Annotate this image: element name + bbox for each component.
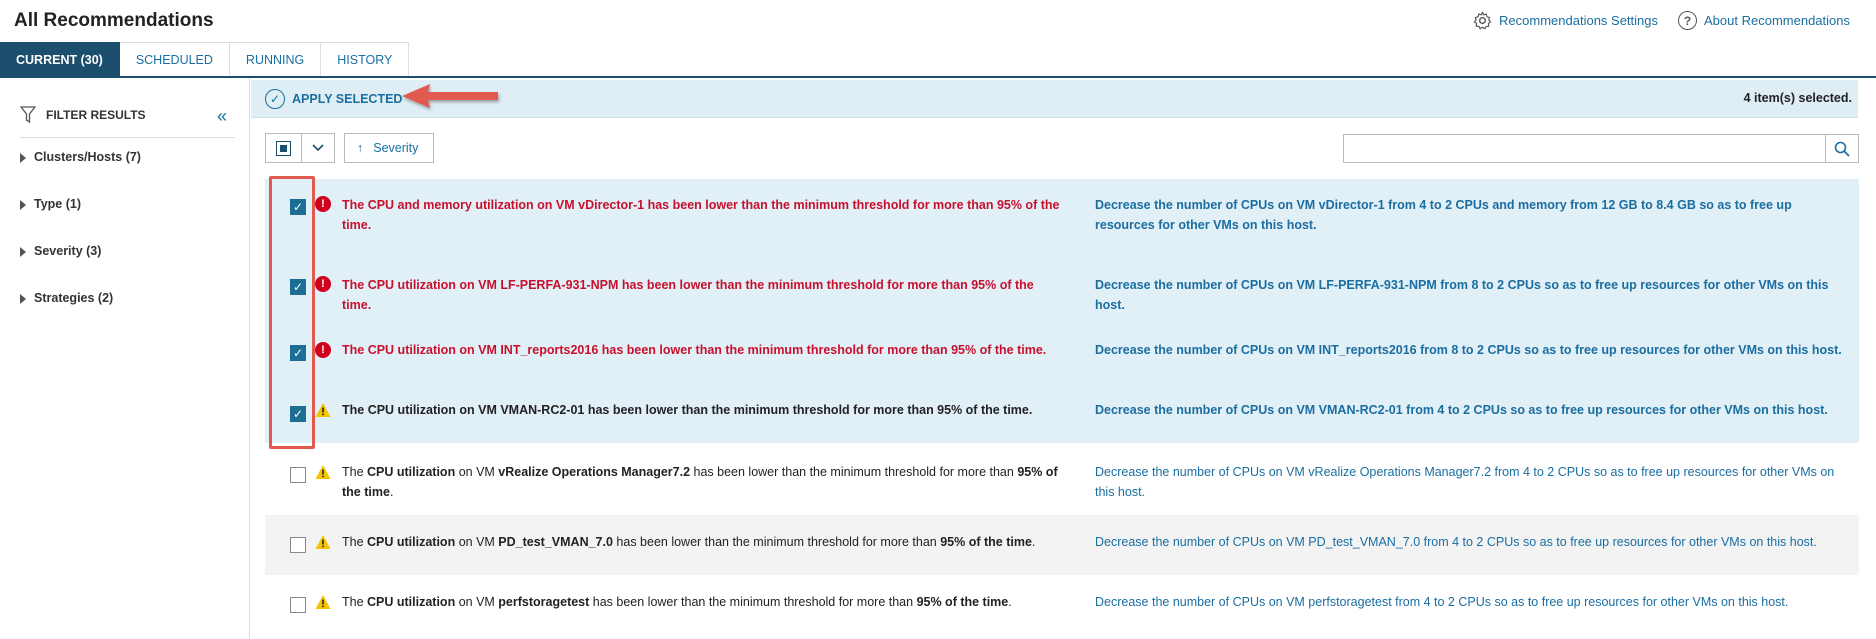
search-input[interactable] <box>1344 135 1825 162</box>
warning-icon <box>315 595 331 609</box>
about-recommendations-link[interactable]: ? About Recommendations <box>1678 11 1850 30</box>
error-icon: ! <box>315 276 331 292</box>
about-label: About Recommendations <box>1704 13 1850 28</box>
select-all-control[interactable] <box>265 133 335 163</box>
sort-severity-button[interactable]: ↑ Severity <box>344 133 434 163</box>
filter-label: Severity (3) <box>34 244 102 258</box>
error-icon: ! <box>315 342 331 358</box>
page-title: All Recommendations <box>14 10 214 31</box>
warning-icon <box>315 403 331 417</box>
row-checkbox[interactable]: ✓ <box>290 345 306 361</box>
row-checkbox[interactable]: ✓ <box>290 199 306 215</box>
row-checkbox[interactable] <box>290 597 306 613</box>
row-checkbox[interactable] <box>290 467 306 483</box>
filter-strategies[interactable]: Strategies (2) <box>20 291 235 338</box>
row-checkbox[interactable]: ✓ <box>290 406 306 422</box>
table-row[interactable]: The CPU utilization on VM PD_test_VMAN_7… <box>265 515 1859 575</box>
arrow-up-icon: ↑ <box>357 141 364 155</box>
recommendation-action[interactable]: Decrease the number of CPUs on VM VMAN-R… <box>1095 400 1845 420</box>
recommendation-action[interactable]: Decrease the number of CPUs on VM LF-PER… <box>1095 275 1845 315</box>
settings-label: Recommendations Settings <box>1499 13 1659 28</box>
chevron-down-icon[interactable] <box>302 134 334 162</box>
filter-icon <box>20 105 36 123</box>
sort-label: Severity <box>373 141 419 155</box>
tab-current[interactable]: CURRENT (30) <box>0 42 120 76</box>
filter-label: Strategies (2) <box>34 291 114 305</box>
warning-icon <box>315 465 331 479</box>
recommendation-action[interactable]: Decrease the number of CPUs on VM perfst… <box>1095 592 1845 612</box>
filter-list: Clusters/Hosts (7) Type (1) Severity (3)… <box>20 150 235 338</box>
recommendation-action[interactable]: Decrease the number of CPUs on VM PD_tes… <box>1095 532 1845 552</box>
error-icon: ! <box>315 196 331 212</box>
problem-description: The CPU utilization on VM VMAN-RC2-01 ha… <box>342 403 1033 417</box>
recommendations-settings-link[interactable]: Recommendations Settings <box>1473 11 1658 30</box>
tab-scheduled[interactable]: SCHEDULED <box>119 42 230 76</box>
filter-label: Type (1) <box>34 197 81 211</box>
expand-triangle-icon <box>20 247 26 257</box>
search-icon[interactable] <box>1825 135 1858 162</box>
gear-icon <box>1473 11 1492 30</box>
table-row[interactable]: ✓ The CPU utilization on VM VMAN-RC2-01 … <box>265 383 1859 443</box>
double-chevron-left-icon[interactable]: « <box>217 106 227 127</box>
filter-title: FILTER RESULTS <box>46 107 146 122</box>
table-row[interactable]: ✓ ! The CPU utilization on VM LF-PERFA-9… <box>265 251 1859 323</box>
check-circle-icon: ✓ <box>265 89 285 109</box>
filter-clusters-hosts[interactable]: Clusters/Hosts (7) <box>20 150 235 197</box>
filter-header: FILTER RESULTS « <box>20 98 235 138</box>
recommendation-action[interactable]: Decrease the number of CPUs on VM vReali… <box>1095 462 1845 502</box>
table-row[interactable]: ✓ ! The CPU utilization on VM INT_report… <box>265 323 1859 383</box>
apply-selected-button[interactable]: ✓ APPLY SELECTED <box>265 89 402 109</box>
filter-severity[interactable]: Severity (3) <box>20 244 235 291</box>
expand-triangle-icon <box>20 153 26 163</box>
problem-description: The CPU and memory utilization on VM vDi… <box>342 198 1060 232</box>
row-checkbox[interactable]: ✓ <box>290 279 306 295</box>
apply-selected-label: APPLY SELECTED <box>292 92 403 106</box>
filter-label: Clusters/Hosts (7) <box>34 150 141 164</box>
problem-description: The CPU utilization on VM LF-PERFA-931-N… <box>342 278 1034 312</box>
recommendation-action[interactable]: Decrease the number of CPUs on VM vDirec… <box>1095 195 1845 235</box>
tab-history[interactable]: HISTORY <box>321 42 410 76</box>
table-row[interactable]: The CPU utilization on VM vRealize Opera… <box>265 443 1859 515</box>
annotation-arrow-icon <box>402 84 498 108</box>
search-box <box>1343 134 1859 163</box>
warning-icon <box>315 535 331 549</box>
expand-triangle-icon <box>20 200 26 210</box>
table-row[interactable]: The CPU utilization on VM perfstoragetes… <box>265 575 1859 635</box>
select-all-checkbox[interactable] <box>266 134 302 162</box>
row-checkbox[interactable] <box>290 537 306 553</box>
filter-type[interactable]: Type (1) <box>20 197 235 244</box>
problem-description: The CPU utilization on VM vRealize Opera… <box>342 465 1058 499</box>
problem-description: The CPU utilization on VM INT_reports201… <box>342 343 1047 357</box>
problem-description: The CPU utilization on VM perfstoragetes… <box>342 595 1012 609</box>
header: All Recommendations Recommendations Sett… <box>0 0 1876 42</box>
header-links: Recommendations Settings ? About Recomme… <box>1473 11 1850 30</box>
recommendation-list: ✓ ! The CPU and memory utilization on VM… <box>265 179 1859 635</box>
filter-sidebar: FILTER RESULTS « Clusters/Hosts (7) Type… <box>0 78 250 639</box>
tab-bar: CURRENT (30) SCHEDULED RUNNING HISTORY <box>0 42 1876 78</box>
selected-count: 4 item(s) selected. <box>1743 91 1852 105</box>
problem-description: The CPU utilization on VM PD_test_VMAN_7… <box>342 535 1036 549</box>
recommendation-action[interactable]: Decrease the number of CPUs on VM INT_re… <box>1095 340 1845 360</box>
tab-running[interactable]: RUNNING <box>229 42 322 76</box>
help-icon: ? <box>1678 11 1698 30</box>
expand-triangle-icon <box>20 294 26 304</box>
table-row[interactable]: ✓ ! The CPU and memory utilization on VM… <box>265 179 1859 251</box>
